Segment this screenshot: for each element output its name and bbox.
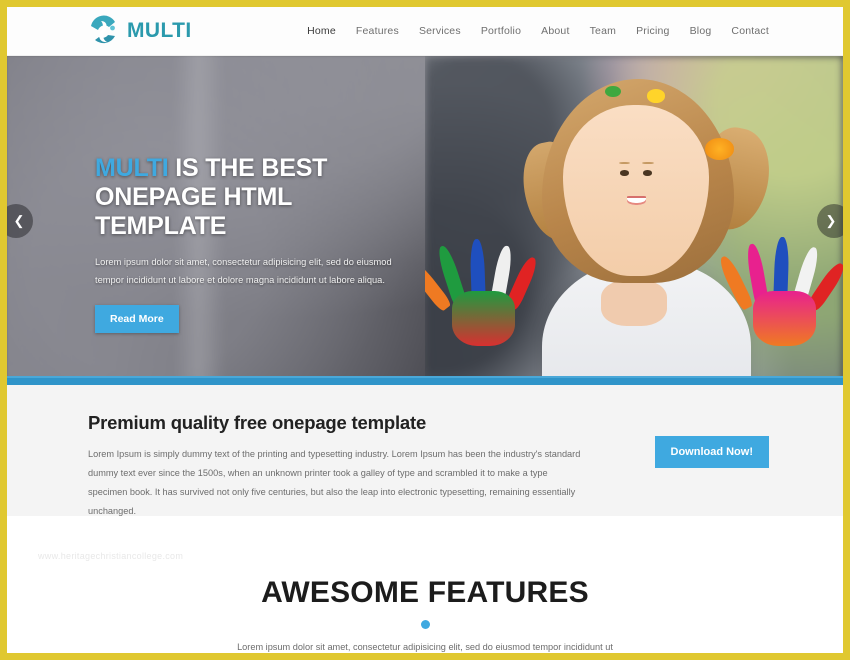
brand-name: MULTI <box>127 19 192 42</box>
hero-bottom-strip <box>7 376 843 385</box>
nav-item-pricing[interactable]: Pricing <box>636 25 670 37</box>
hero-subtitle: Lorem ipsum dolor sit amet, consectetur … <box>95 257 392 286</box>
nav-item-home[interactable]: Home <box>307 25 336 37</box>
premium-section: Premium quality free onepage template Lo… <box>7 385 843 516</box>
hero-title: MULTI IS THE BEST ONEPAGE HTML TEMPLATE <box>95 154 395 241</box>
photo-smile <box>627 196 647 206</box>
photo-hairbow-right <box>705 138 735 160</box>
chevron-right-icon[interactable]: ❯ <box>817 203 843 238</box>
section-dot-divider <box>420 620 430 629</box>
brand-logo[interactable]: MULTI <box>87 14 192 48</box>
nav-item-about[interactable]: About <box>541 25 569 37</box>
photo-eye-right <box>643 170 653 176</box>
nav-item-services[interactable]: Services <box>419 25 461 37</box>
hero-copy: MULTI IS THE BEST ONEPAGE HTML TEMPLATE … <box>95 154 395 334</box>
features-subtitle: Lorem ipsum dolor sit amet, consectetur … <box>237 642 613 652</box>
swoosh-logo-icon <box>87 14 121 48</box>
features-title: AWESOME FEATURES <box>261 576 589 609</box>
hero-photo <box>425 56 843 385</box>
nav-item-team[interactable]: Team <box>590 25 616 37</box>
nav-item-features[interactable]: Features <box>356 25 399 37</box>
nav-item-portfolio[interactable]: Portfolio <box>481 25 521 37</box>
hero-title-accent: MULTI <box>95 154 169 182</box>
photo-brow-right <box>641 161 654 165</box>
read-more-button[interactable]: Read More <box>95 305 179 334</box>
photo-hand-right <box>716 236 843 346</box>
premium-body: Lorem Ipsum is simply dummy text of the … <box>88 449 581 516</box>
photo-hairclip-yellow <box>646 88 666 103</box>
premium-title: Premium quality free onepage template <box>88 412 427 433</box>
photo-eye-left <box>619 170 629 176</box>
download-now-button[interactable]: Download Now! <box>654 436 769 468</box>
site-header: MULTI Home Features Services Portfolio A… <box>7 7 843 56</box>
nav-item-blog[interactable]: Blog <box>690 25 712 37</box>
photo-brow-left <box>618 161 631 165</box>
photo-hand-left <box>425 238 540 346</box>
main-nav: Home Features Services Portfolio About T… <box>307 25 769 37</box>
features-section: AWESOME FEATURES Lorem ipsum dolor sit a… <box>7 516 843 652</box>
nav-item-contact[interactable]: Contact <box>731 25 769 37</box>
photo-neck <box>600 279 668 326</box>
hero-carousel: MULTI IS THE BEST ONEPAGE HTML TEMPLATE … <box>7 56 843 385</box>
